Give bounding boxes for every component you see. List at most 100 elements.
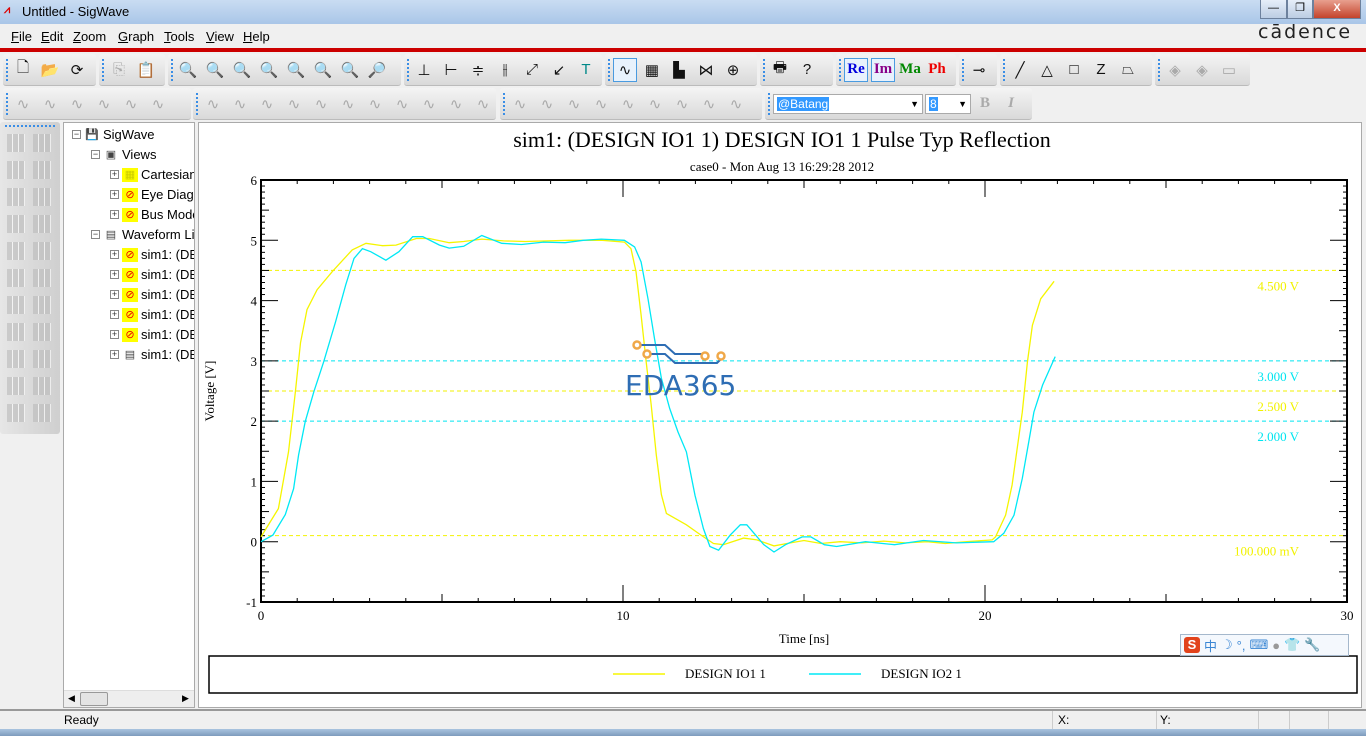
line-5-icon[interactable]: ∿ bbox=[309, 92, 333, 116]
italic-button[interactable]: I bbox=[999, 92, 1023, 116]
ime-mode-toggle[interactable]: 中 bbox=[1204, 636, 1217, 655]
line-1-icon[interactable]: ∿ bbox=[201, 92, 225, 116]
palette-tool-icon[interactable] bbox=[7, 134, 25, 152]
complex-ph-button[interactable]: Ph bbox=[925, 58, 949, 82]
zoom-previous-icon[interactable]: 🔍 bbox=[338, 58, 362, 82]
marker-none-icon[interactable]: ∿ bbox=[508, 92, 532, 116]
tree-node[interactable]: + ▦ Cartesian bbox=[110, 167, 194, 182]
bold-button[interactable]: B bbox=[973, 92, 997, 116]
palette-tool-icon[interactable] bbox=[7, 404, 25, 422]
expand-icon[interactable]: + bbox=[110, 210, 119, 219]
line-6-icon[interactable]: ∿ bbox=[336, 92, 360, 116]
menu-zoom[interactable]: Zoom bbox=[73, 29, 106, 44]
palette-tool-icon[interactable] bbox=[7, 215, 25, 233]
marker-triangle-icon[interactable]: ∿ bbox=[616, 92, 640, 116]
copy-icon[interactable]: ⎘ bbox=[107, 58, 131, 82]
complex-ma-button[interactable]: Ma bbox=[898, 58, 922, 82]
zoom-fit-icon[interactable]: 🔍 bbox=[203, 58, 227, 82]
wave-style-3-icon[interactable]: ∿ bbox=[65, 92, 89, 116]
tree-horizontal-scrollbar[interactable]: ◀ ▶ bbox=[64, 690, 194, 707]
restore-button[interactable]: ❐ bbox=[1287, 0, 1313, 19]
palette-tool-icon[interactable] bbox=[33, 377, 51, 395]
palette-tool-icon[interactable] bbox=[7, 323, 25, 341]
palette-tool-icon[interactable] bbox=[33, 296, 51, 314]
menu-edit[interactable]: Edit bbox=[41, 29, 63, 44]
font-size-select[interactable]: 8 ▼ bbox=[925, 93, 971, 114]
zoom-area-icon[interactable]: 🔍 bbox=[176, 58, 200, 82]
tree-node[interactable]: − 💾 SigWave bbox=[72, 127, 155, 142]
menu-help[interactable]: Help bbox=[243, 29, 270, 44]
cartesian-view-icon[interactable]: ∿ bbox=[613, 57, 637, 82]
palette-tool-icon[interactable] bbox=[7, 296, 25, 314]
line-3-icon[interactable]: ∿ bbox=[255, 92, 279, 116]
palette-tool-icon[interactable] bbox=[33, 161, 51, 179]
palette-tool-icon[interactable] bbox=[33, 269, 51, 287]
sogou-logo-icon[interactable]: S bbox=[1184, 637, 1200, 653]
complex-re-button[interactable]: Re bbox=[844, 57, 868, 82]
collapse-icon[interactable]: − bbox=[91, 150, 100, 159]
collapse-icon[interactable]: − bbox=[72, 130, 81, 139]
tree-node[interactable]: +⊘sim1: (DESIGN bbox=[110, 267, 194, 282]
minimize-button[interactable]: — bbox=[1260, 0, 1287, 19]
rectangle-icon[interactable]: □ bbox=[1062, 58, 1086, 82]
palette-tool-icon[interactable] bbox=[33, 323, 51, 341]
measure-edit-icon[interactable]: ◈ bbox=[1190, 58, 1214, 82]
palette-tool-icon[interactable] bbox=[7, 161, 25, 179]
ruler-icon[interactable]: ▭ bbox=[1217, 58, 1241, 82]
tree-node[interactable]: + ⊘ Bus Mode bbox=[110, 207, 194, 222]
waveform-chart[interactable]: sim1: (DESIGN IO1 1) DESIGN IO1 1 Pulse … bbox=[199, 123, 1363, 709]
zoom-out-icon[interactable]: 🔍 bbox=[257, 58, 281, 82]
spectrum-view-icon[interactable]: ▙ bbox=[667, 58, 691, 82]
menu-graph[interactable]: Graph bbox=[118, 29, 154, 44]
palette-tool-icon[interactable] bbox=[33, 404, 51, 422]
line-11-icon[interactable]: ∿ bbox=[471, 92, 495, 116]
palette-tool-icon[interactable] bbox=[7, 269, 25, 287]
zoom-in-icon[interactable]: 🔍 bbox=[230, 58, 254, 82]
punctuation-icon[interactable]: °, bbox=[1237, 638, 1246, 653]
smith-view-icon[interactable]: ⊕ bbox=[721, 58, 745, 82]
expand-icon[interactable]: + bbox=[110, 250, 119, 259]
horizontal-pair-icon[interactable]: ≑ bbox=[466, 58, 490, 82]
z-shape-icon[interactable]: Z bbox=[1089, 58, 1113, 82]
menu-tools[interactable]: Tools bbox=[164, 29, 194, 44]
expand-icon[interactable]: + bbox=[110, 270, 119, 279]
palette-tool-icon[interactable] bbox=[33, 215, 51, 233]
vertical-pair-icon[interactable]: ⫲ bbox=[493, 58, 517, 82]
expand-icon[interactable]: + bbox=[110, 310, 119, 319]
line-7-icon[interactable]: ∿ bbox=[363, 92, 387, 116]
tree-node[interactable]: +⊘Eye Diagram bbox=[110, 187, 194, 202]
wave-style-1-icon[interactable]: ∿ bbox=[11, 92, 35, 116]
tree-node[interactable]: +⊘sim1: (DESIGN bbox=[110, 307, 194, 322]
line-4-icon[interactable]: ∿ bbox=[282, 92, 306, 116]
palette-tool-icon[interactable] bbox=[33, 350, 51, 368]
tree-node[interactable]: +⊘sim1: (DESIGN bbox=[110, 247, 194, 262]
menu-file[interactable]: File bbox=[11, 29, 32, 44]
moon-icon[interactable]: ☽ bbox=[1221, 637, 1233, 653]
new-file-icon[interactable]: 🗋 bbox=[11, 58, 35, 82]
line-9-icon[interactable]: ∿ bbox=[417, 92, 441, 116]
tree-node[interactable]: +⊘sim1: (DESIGN bbox=[110, 327, 194, 342]
text-annotation-icon[interactable]: T bbox=[574, 58, 598, 82]
palette-tool-icon[interactable] bbox=[33, 242, 51, 260]
zoom-horizontal-icon[interactable]: 🔍 bbox=[284, 58, 308, 82]
close-button[interactable]: X bbox=[1313, 0, 1361, 19]
vertical-marker-icon[interactable]: ⊢ bbox=[439, 58, 463, 82]
wave-style-4-icon[interactable]: ∿ bbox=[92, 92, 116, 116]
refresh-icon[interactable]: ⟳ bbox=[65, 58, 89, 82]
line-2-icon[interactable]: ∿ bbox=[228, 92, 252, 116]
bus-view-icon[interactable]: ▦ bbox=[640, 58, 664, 82]
palette-tool-icon[interactable] bbox=[7, 242, 25, 260]
scroll-thumb[interactable] bbox=[80, 692, 108, 706]
text-marker-icon[interactable]: ↙ bbox=[547, 58, 571, 82]
line-icon[interactable]: ╱ bbox=[1008, 58, 1032, 82]
diagonal-marker-icon[interactable]: ⤢ bbox=[520, 58, 544, 82]
skin-shirt-icon[interactable]: 👕 bbox=[1284, 637, 1300, 653]
expand-icon[interactable]: + bbox=[110, 290, 119, 299]
keyboard-icon[interactable]: ⌨ bbox=[1249, 637, 1268, 653]
expand-icon[interactable]: + bbox=[110, 170, 119, 179]
tree-node[interactable]: + ▤ sim1: (DESIGN bbox=[110, 347, 194, 362]
font-family-select[interactable]: @Batang ▼ bbox=[773, 93, 923, 114]
marker-circle-icon[interactable]: ∿ bbox=[535, 92, 559, 116]
help-icon[interactable]: ? bbox=[795, 58, 819, 82]
wrench-icon[interactable]: 🔧 bbox=[1304, 637, 1320, 653]
